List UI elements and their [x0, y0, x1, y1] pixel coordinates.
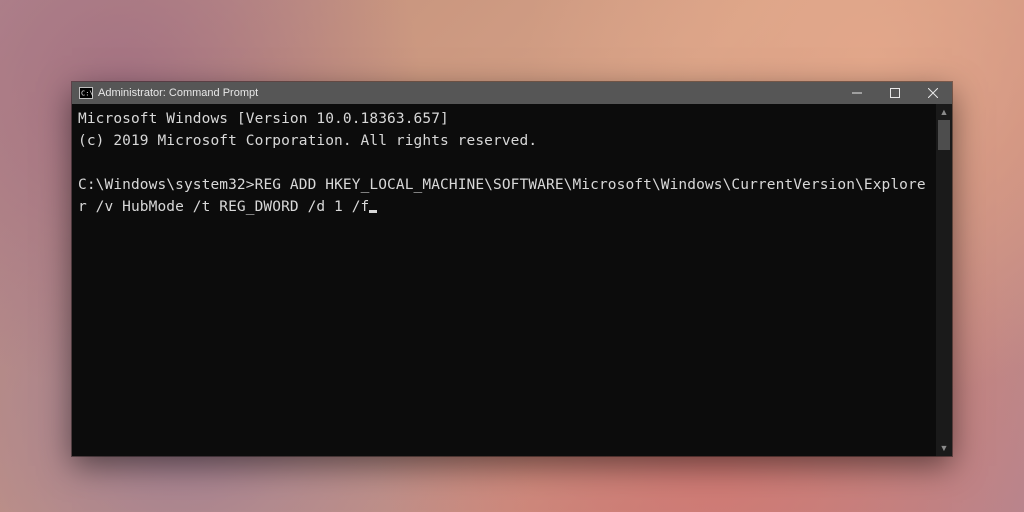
maximize-button[interactable] — [876, 82, 914, 104]
command-prompt-window: C:\ Administrator: Command Prompt Micros… — [72, 82, 952, 456]
close-button[interactable] — [914, 82, 952, 104]
copyright-line: (c) 2019 Microsoft Corporation. All righ… — [78, 130, 934, 152]
scroll-thumb[interactable] — [938, 120, 950, 150]
vertical-scrollbar[interactable]: ▲ ▼ — [936, 104, 952, 456]
svg-text:C:\: C:\ — [81, 90, 93, 98]
text-cursor — [369, 210, 377, 213]
scroll-up-button[interactable]: ▲ — [936, 104, 952, 120]
scroll-down-button[interactable]: ▼ — [936, 440, 952, 456]
prompt-text: C:\Windows\system32> — [78, 177, 255, 193]
blank-line — [78, 152, 934, 174]
titlebar[interactable]: C:\ Administrator: Command Prompt — [72, 82, 952, 104]
banner-line: Microsoft Windows [Version 10.0.18363.65… — [78, 108, 934, 130]
minimize-button[interactable] — [838, 82, 876, 104]
cmd-icon: C:\ — [76, 87, 96, 99]
window-title: Administrator: Command Prompt — [96, 87, 258, 99]
prompt-line: C:\Windows\system32>REG ADD HKEY_LOCAL_M… — [78, 174, 934, 218]
terminal-output[interactable]: Microsoft Windows [Version 10.0.18363.65… — [78, 108, 934, 452]
desktop-background: C:\ Administrator: Command Prompt Micros… — [0, 0, 1024, 512]
terminal-client-area: Microsoft Windows [Version 10.0.18363.65… — [72, 104, 952, 456]
